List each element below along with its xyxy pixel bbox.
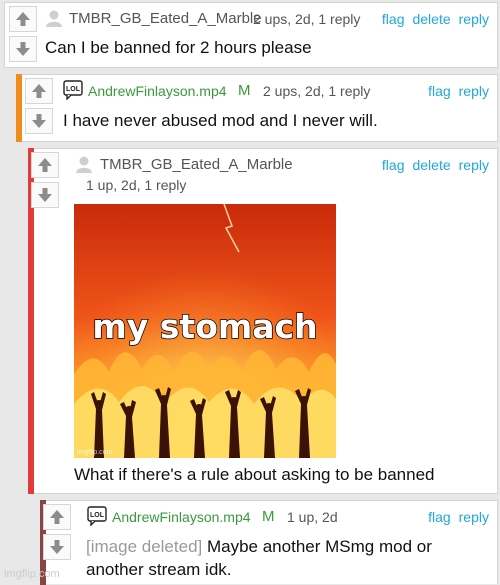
arrow-up-icon bbox=[38, 158, 52, 172]
comment-text: What if there's a rule about asking to b… bbox=[74, 465, 435, 484]
lol-avatar-icon: LOL bbox=[87, 506, 107, 526]
comment-meta: 2 ups, 2d, 1 reply bbox=[253, 11, 361, 27]
comment-text-line-2: another stream idk. bbox=[86, 560, 232, 579]
comment-text: I have never abused mod and I never will… bbox=[63, 111, 378, 130]
arrow-down-icon bbox=[38, 188, 52, 202]
downvote-button[interactable] bbox=[43, 534, 71, 560]
comment-actions: flag delete reply bbox=[374, 11, 489, 27]
username[interactable]: AndrewFinlayson.mp4 bbox=[88, 83, 227, 99]
vote-controls bbox=[31, 152, 59, 212]
meme-caption: my stomach bbox=[92, 307, 317, 346]
flag-link[interactable]: flag bbox=[428, 83, 451, 99]
upvote-button[interactable] bbox=[31, 152, 59, 178]
comment-actions: flag delete reply bbox=[374, 157, 489, 173]
reply-link[interactable]: reply bbox=[459, 83, 489, 99]
vote-controls bbox=[25, 78, 53, 138]
mod-badge: M bbox=[238, 82, 251, 99]
comment-4: LOL AndrewFinlayson.mp4 M 1 up, 2d flag r… bbox=[40, 500, 498, 585]
comment-2: LOL AndrewFinlayson.mp4 M 2 ups, 2d, 1 r… bbox=[16, 74, 498, 142]
user-avatar-icon bbox=[76, 156, 92, 173]
image-deleted-label: [image deleted] bbox=[86, 537, 203, 556]
lol-avatar-icon: LOL bbox=[63, 80, 83, 100]
downvote-button[interactable] bbox=[25, 108, 53, 134]
delete-link[interactable]: delete bbox=[412, 11, 450, 27]
downvote-button[interactable] bbox=[31, 182, 59, 208]
reply-link[interactable]: reply bbox=[459, 509, 489, 525]
username[interactable]: TMBR_GB_Eated_A_Marble bbox=[100, 156, 293, 173]
svg-text:LOL: LOL bbox=[90, 512, 105, 519]
comment-meta: 1 up, 2d bbox=[287, 509, 338, 525]
meme-image[interactable]: my stomach imgflip.com bbox=[74, 204, 336, 458]
comment-text: [image deleted] Maybe another MSmg mod o… bbox=[86, 535, 432, 581]
arrow-up-icon bbox=[16, 12, 30, 26]
arrow-up-icon bbox=[50, 510, 64, 524]
thread-bar bbox=[16, 74, 22, 142]
arrow-down-icon bbox=[50, 540, 64, 554]
comment-text-line-1: [image deleted] Maybe another MSmg mod o… bbox=[86, 535, 432, 558]
meme-watermark: imgflip.com bbox=[77, 449, 113, 456]
comment-meta: 2 ups, 2d, 1 reply bbox=[263, 83, 371, 99]
delete-link[interactable]: delete bbox=[412, 157, 450, 173]
arrow-down-icon bbox=[32, 114, 46, 128]
comment-text-part: Maybe another MSmg mod or bbox=[206, 537, 432, 556]
mod-badge: M bbox=[262, 508, 275, 525]
comment-text: Can I be banned for 2 hours please bbox=[45, 38, 312, 57]
arrow-up-icon bbox=[32, 84, 46, 98]
svg-text:LOL: LOL bbox=[66, 86, 81, 93]
vote-controls bbox=[9, 6, 37, 66]
comment-3: TMBR_GB_Eated_A_Marble 1 up, 2d, 1 reply… bbox=[28, 148, 498, 494]
vote-controls bbox=[43, 504, 71, 564]
comment-meta: 1 up, 2d, 1 reply bbox=[86, 177, 187, 193]
upvote-button[interactable] bbox=[25, 78, 53, 104]
flag-link[interactable]: flag bbox=[382, 11, 405, 27]
imgflip-watermark: imgflip.com bbox=[4, 568, 60, 580]
flag-link[interactable]: flag bbox=[382, 157, 405, 173]
username[interactable]: TMBR_GB_Eated_A_Marble bbox=[69, 10, 262, 27]
downvote-button[interactable] bbox=[9, 36, 37, 62]
user-avatar-icon bbox=[46, 10, 62, 27]
reply-link[interactable]: reply bbox=[459, 11, 489, 27]
arrow-down-icon bbox=[16, 42, 30, 56]
reply-link[interactable]: reply bbox=[459, 157, 489, 173]
comment-actions: flag reply bbox=[420, 83, 489, 99]
comment-actions: flag reply bbox=[420, 509, 489, 525]
comment-1: TMBR_GB_Eated_A_Marble 2 ups, 2d, 1 repl… bbox=[4, 2, 498, 68]
upvote-button[interactable] bbox=[9, 6, 37, 32]
username[interactable]: AndrewFinlayson.mp4 bbox=[112, 509, 251, 525]
upvote-button[interactable] bbox=[43, 504, 71, 530]
flag-link[interactable]: flag bbox=[428, 509, 451, 525]
